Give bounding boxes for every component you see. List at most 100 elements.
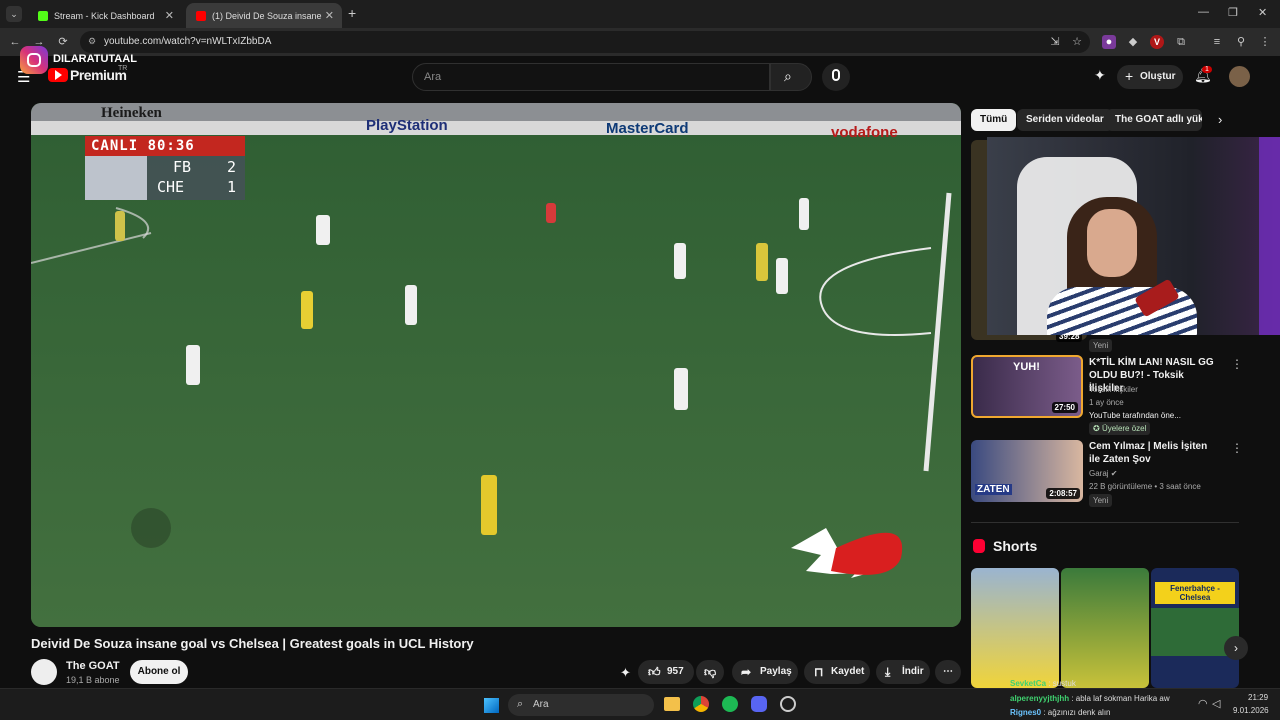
profile-icon[interactable]: ⚲ [1234,35,1248,49]
ad-board-text: Heineken [101,105,162,121]
create-button[interactable]: + Oluştur [1117,65,1183,89]
maximize-icon[interactable]: ❐ [1228,6,1238,19]
close-window-icon[interactable]: ✕ [1258,6,1267,19]
shorts-next-button[interactable]: › [1224,636,1248,660]
search-button[interactable]: ⌕ [770,63,812,91]
player-yellow [481,475,497,535]
short-thumbnail[interactable] [1061,568,1149,688]
ad-board-text: MasterCard [606,120,689,137]
share-button[interactable]: ➦ Paylaş [732,660,798,684]
windows-taskbar: ⌕ Ara alperenyyjthjhh : abla laf sokman … [0,688,1280,720]
download-label: İndir [902,666,924,677]
windows-start-icon[interactable] [484,698,499,713]
reading-list-icon[interactable]: ≡ [1210,35,1224,49]
extension-icon[interactable]: V [1150,35,1164,49]
video-title: Deivid De Souza insane goal vs Chelsea |… [31,636,474,651]
upload-date: 1 ay önce [1089,398,1124,407]
video-duration: 2:08:57 [1046,488,1080,499]
menu-dots-icon[interactable]: ⋮ [1258,35,1272,49]
clock-date[interactable]: 9.01.2026 [1233,706,1269,715]
new-tab-button[interactable]: + [348,5,356,21]
video-title-link[interactable]: Cem Yılmaz | Melis İşiten ile Zaten Şov [1089,440,1219,466]
notification-count-badge: 1 [1202,66,1212,73]
player-white [405,285,417,325]
members-icon: ✪ [1093,424,1102,433]
chat-user: SevketCa [1010,679,1047,688]
chat-line: SevketCa : sustuk [1010,679,1076,688]
channel-name[interactable]: The GOAT [66,660,120,672]
extensions-puzzle-icon[interactable]: ⧉ [1174,35,1188,49]
extension-icon[interactable]: ● [1102,35,1116,49]
dislike-button[interactable]: 👎︎ [696,660,724,684]
short-thumbnail[interactable] [971,568,1059,688]
live-clock: CANLI 80:36 [85,136,245,156]
chat-text: ağzınızı denk alın [1047,708,1111,717]
new-badge: Yeni [1089,339,1113,352]
new-badge: Yeni [1089,494,1113,507]
clock-time[interactable]: 21:29 [1248,693,1268,702]
account-avatar[interactable] [1229,66,1250,87]
discord-icon[interactable] [751,696,767,712]
chip-all[interactable]: Tümü [971,109,1017,131]
extension-icon[interactable]: ◆ [1126,35,1140,49]
taskbar-search-input[interactable]: ⌕ Ara [508,694,654,716]
chat-text: sustuk [1052,679,1076,688]
install-icon[interactable]: ⇲ [1048,35,1062,49]
video-player[interactable]: Heineken PlayStation MasterCard vodafone… [31,103,961,627]
channel-name[interactable]: Toksik İlişkiler [1089,385,1138,394]
short-thumbnail[interactable]: Fenerbahçe - Chelsea [1151,568,1239,688]
tab-label: Stream - Kick Dashboard [54,10,155,21]
save-label: Kaydet [831,666,865,677]
tab-kick-dashboard[interactable]: Stream - Kick Dashboard ✕ [28,3,182,28]
more-options-icon[interactable]: ⋮ [1231,357,1243,371]
tray-wifi-icon[interactable]: ◠ [1198,697,1208,710]
like-button[interactable]: 👍︎ 957 [638,660,694,684]
download-button[interactable]: ⤓ İndir [876,660,930,684]
chip-uploader[interactable]: The GOAT adlı yükley [1106,109,1202,131]
bookmark-star-icon[interactable]: ☆ [1070,35,1084,49]
tab-search-button[interactable]: ⌄ [6,6,22,22]
ask-ai-icon[interactable]: ✦ [620,665,631,681]
save-button[interactable]: ⊓ Kaydet [804,660,870,684]
video-thumbnail[interactable]: YUH! 27:50 [971,355,1083,418]
voice-search-button[interactable] [822,63,850,91]
home-team: FB [173,158,192,176]
chrome-icon[interactable] [693,696,709,712]
channel-avatar[interactable] [31,659,57,685]
live-chat-icon[interactable]: ✦ [1094,67,1106,84]
ad-board-text: PlayStation [366,117,448,134]
minimize-icon[interactable]: — [1198,6,1209,18]
spotify-icon[interactable] [722,696,738,712]
purple-light [1259,137,1280,335]
tray-volume-icon[interactable]: ◁ [1212,697,1220,710]
verified-icon: ✔ [1110,469,1118,478]
ad-board-text: vodafone [831,124,898,141]
away-team: CHE [157,178,185,196]
subscribe-button[interactable]: Abone ol [130,660,188,684]
more-options-icon[interactable]: ⋮ [1231,441,1243,455]
tab-youtube-video[interactable]: (1) Deivid De Souza insane goa ✕ [186,3,342,28]
file-explorer-icon[interactable] [664,697,680,711]
chevron-right-icon[interactable]: › [1218,112,1222,127]
app-icon[interactable] [780,696,796,712]
close-icon[interactable]: ✕ [165,9,174,22]
player-yellow [301,291,313,329]
player-white [316,215,330,245]
chip-series[interactable]: Seriden videolar [1017,109,1113,131]
taskbar-search-placeholder: Ara [533,699,549,710]
like-count: 957 [667,666,684,677]
player-white [799,198,809,230]
home-score: 2 [227,158,237,176]
url-field[interactable]: ⚙ youtube.com/watch?v=nWLTxIZbbDA [80,31,1090,53]
video-thumbnail[interactable]: ZATEN 2:08:57 [971,440,1083,502]
chat-line: Rignes0 : ağzınızı denk alın [1010,708,1111,717]
player-white [186,345,200,385]
share-label: Paylaş [760,666,792,677]
more-actions-button[interactable]: ⋯ [935,660,961,684]
kick-icon [38,10,48,21]
close-icon[interactable]: ✕ [325,9,334,22]
search-input[interactable]: Ara [412,63,770,91]
player-referee [546,203,556,223]
channel-name[interactable]: Garaj ✔ [1089,469,1118,478]
create-label: Oluştur [1140,71,1176,82]
